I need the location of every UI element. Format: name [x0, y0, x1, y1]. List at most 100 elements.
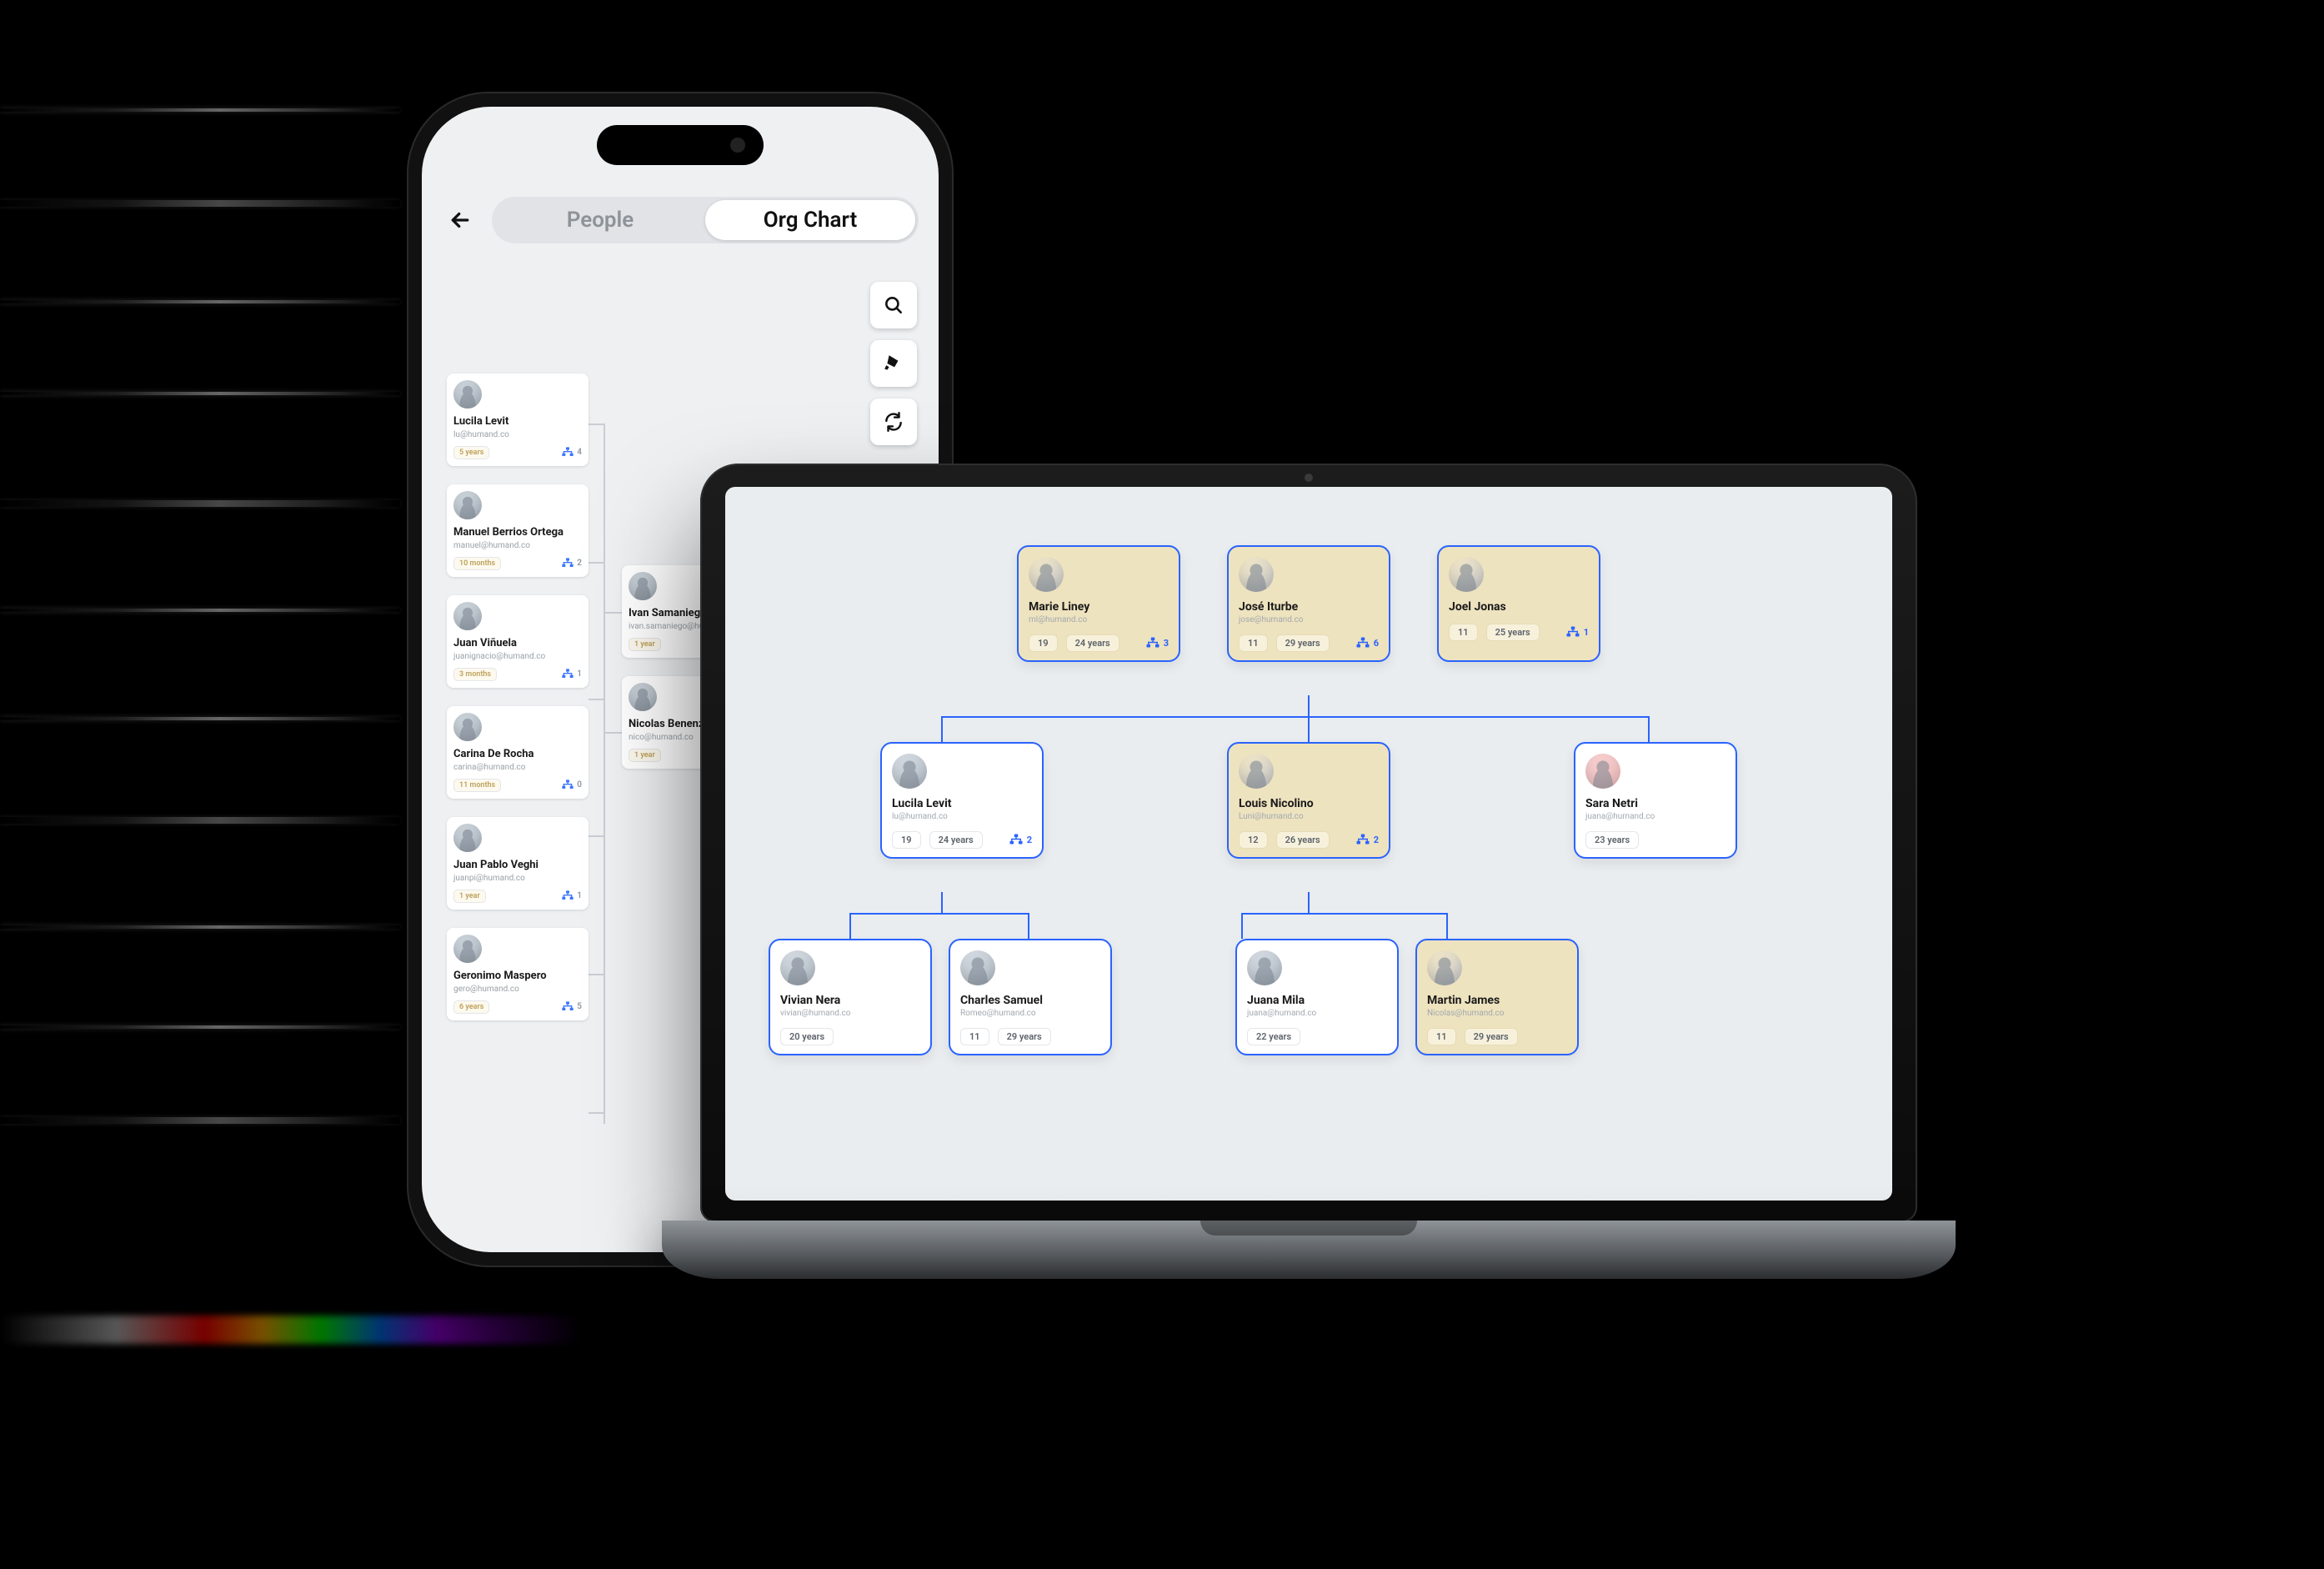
person-name: Joel Jonas [1449, 600, 1589, 614]
person-name: Sara Netri [1585, 797, 1725, 810]
person-email: ml@humand.co [1029, 615, 1169, 624]
avatar [960, 950, 995, 985]
person-email: Nicolas@humand.co [1427, 1009, 1567, 1018]
reports-count: 3 [1145, 636, 1169, 651]
reports-count: 0 [561, 779, 582, 792]
person-email: gero@humand.co [453, 985, 582, 994]
person-card[interactable]: José Iturbejose@humand.co 11 29 years 6 [1227, 545, 1390, 662]
laptop-body: Marie Lineyml@humand.co 19 24 years 3 José I… [700, 464, 1917, 1222]
person-name: Marie Liney [1029, 600, 1169, 614]
avatar [1585, 754, 1620, 789]
person-card[interactable]: Juan Pablo Veghi juanpi@humand.co 1 year 1 [447, 817, 589, 910]
person-card[interactable]: Geronimo Maspero gero@humand.co 6 years 5 [447, 928, 589, 1020]
person-card[interactable]: Martin JamesNicolas@humand.co1129 years [1415, 939, 1579, 1055]
reports-count: 2 [1355, 833, 1379, 848]
info-chip: 29 years [998, 1028, 1051, 1045]
avatar [453, 491, 482, 519]
reports-count: 2 [561, 557, 582, 570]
laptop-mockup: Marie Lineyml@humand.co 19 24 years 3 José I… [662, 464, 1956, 1279]
person-card[interactable]: Lucila Levitlu@humand.co5 years4 [447, 373, 589, 466]
info-chip: 24 years [929, 831, 983, 849]
person-card[interactable]: Louis NicolinoLuni@humand.co1226 years2 [1227, 742, 1390, 859]
tenure-tag: 5 years [453, 446, 489, 459]
avatar [453, 602, 482, 630]
person-name: Carina De Rocha [453, 749, 582, 761]
avatar [629, 683, 657, 711]
person-email: vivian@humand.co [780, 1009, 920, 1018]
refresh-icon [883, 411, 904, 433]
info-chip: 12 [1239, 831, 1268, 849]
tenure-tag: 1 year [453, 890, 486, 903]
person-name: José Iturbe [1239, 600, 1379, 614]
avatar [1239, 557, 1274, 592]
tenure-tag: 6 years [453, 1000, 489, 1014]
reports-count: 2 [1009, 833, 1032, 848]
reports-count: 6 [1355, 636, 1379, 651]
person-name: Juan Viñuela [453, 638, 582, 650]
person-name: Geronimo Maspero [453, 970, 582, 983]
person-name: Juan Pablo Veghi [453, 860, 582, 872]
tenure-tag: 1 year [629, 749, 661, 762]
info-chip: 29 years [1465, 1028, 1518, 1045]
spacer [1129, 939, 1219, 1055]
back-button[interactable] [442, 202, 478, 238]
decorative-edge-lines [0, 0, 400, 1569]
info-chip: 29 years [1276, 634, 1330, 652]
person-name: Vivian Nera [780, 994, 920, 1007]
search-button[interactable] [870, 282, 917, 328]
person-card[interactable]: Manuel Berrios Ortega manuel@humand.co 10 … [447, 484, 589, 577]
person-name: Lucila Levit [453, 416, 582, 429]
person-email: juana@humand.co [1247, 1009, 1387, 1018]
reports-count: 1 [561, 890, 582, 903]
avatar [1029, 557, 1064, 592]
search-icon [883, 294, 904, 316]
tenure-tag: 11 months [453, 779, 501, 792]
person-card[interactable]: Charles Samuel Romeo@humand.co 11 29 years [949, 939, 1112, 1055]
person-email: carina@humand.co [453, 763, 582, 772]
tab-org-chart[interactable]: Org Chart [705, 200, 915, 240]
reports-count: 1 [1565, 625, 1589, 640]
avatar [453, 380, 482, 409]
tenure-tag: 1 year [629, 638, 661, 651]
person-name: Martin James [1427, 994, 1567, 1007]
person-card[interactable]: Carina De Rocha carina@humand.co 11 months… [447, 706, 589, 799]
person-email: juanpi@humand.co [453, 874, 582, 883]
person-card[interactable]: Juana Milajuana@humand.co22 years [1235, 939, 1399, 1055]
arrow-left-icon [448, 208, 473, 233]
person-card[interactable]: Juan Viñuela juanignacio@humand.co 3 month… [447, 595, 589, 688]
info-chip: 24 years [1066, 634, 1119, 652]
info-chip: 20 years [780, 1028, 834, 1045]
info-chip: 23 years [1585, 831, 1639, 849]
person-name: Manuel Berrios Ortega [453, 527, 582, 539]
reports-count: 5 [561, 1000, 582, 1014]
person-name: Charles Samuel [960, 994, 1100, 1007]
person-card[interactable]: Vivian Nera vivian@humand.co 20 years [769, 939, 932, 1055]
phone-header: People Org Chart [422, 183, 939, 257]
info-chip: 11 [960, 1028, 989, 1045]
avatar [780, 950, 815, 985]
reports-count: 1 [561, 668, 582, 681]
person-email: lu@humand.co [453, 430, 582, 439]
info-chip: 26 years [1276, 831, 1330, 849]
tab-people[interactable]: People [495, 200, 705, 240]
person-email: juana@humand.co [1585, 812, 1725, 821]
info-chip: 11 [1239, 634, 1268, 652]
info-chip: 19 [1029, 634, 1058, 652]
phone-toolbar [870, 282, 917, 445]
info-chip: 11 [1449, 624, 1478, 641]
person-card[interactable]: Marie Lineyml@humand.co 19 24 years 3 [1017, 545, 1180, 662]
refresh-button[interactable] [870, 399, 917, 445]
person-card[interactable]: Joel Jonas1125 years1 [1437, 545, 1600, 662]
tenure-tag: 3 months [453, 668, 497, 681]
tenure-tag: 10 months [453, 557, 501, 570]
person-name: Louis Nicolino [1239, 797, 1379, 810]
person-card[interactable]: Sara Netri juana@humand.co 23 years [1574, 742, 1737, 859]
laptop-org-chart[interactable]: Marie Lineyml@humand.co 19 24 years 3 José I… [725, 487, 1892, 1201]
person-email: manuel@humand.co [453, 541, 582, 550]
person-card[interactable]: Lucila Levitlu@humand.co1924 years2 [880, 742, 1044, 859]
highlight-button[interactable] [870, 340, 917, 387]
camera-dot [1305, 474, 1313, 482]
person-email: Romeo@humand.co [960, 1009, 1100, 1018]
person-email: juanignacio@humand.co [453, 652, 582, 661]
person-email: jose@humand.co [1239, 615, 1379, 624]
